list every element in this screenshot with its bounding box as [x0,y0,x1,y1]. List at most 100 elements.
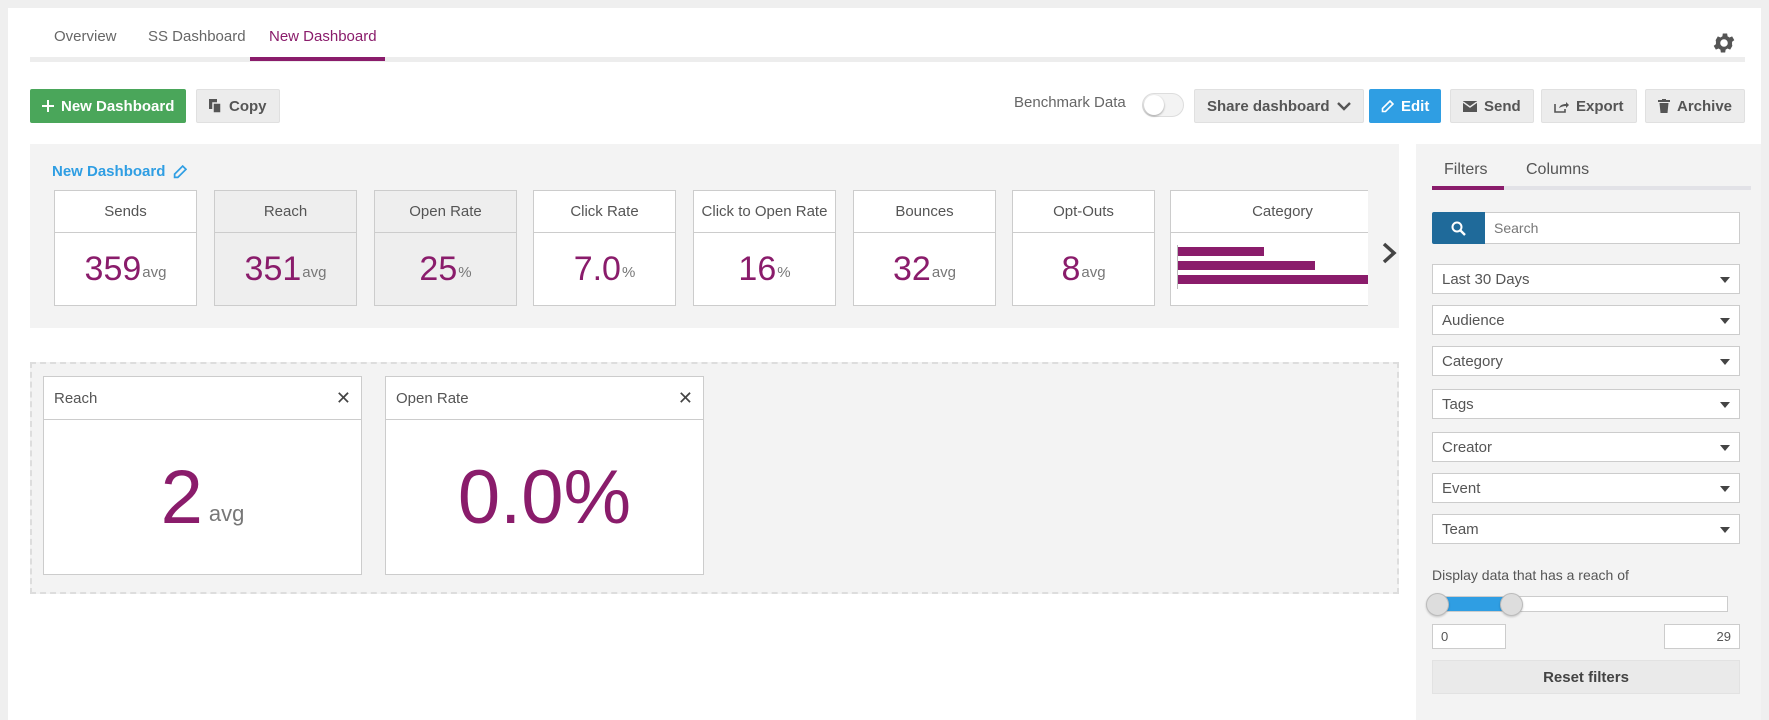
stat-card-label: Bounces [854,191,995,233]
widget-reach[interactable]: Reach ✕ 2 avg [43,376,362,575]
stat-card-label: Category [1171,191,1368,233]
filter-select-audience[interactable]: Audience [1432,305,1740,335]
stat-value: 25 [419,249,458,288]
filter-select-team[interactable]: Team [1432,514,1740,544]
pencil-icon[interactable] [173,164,188,179]
search-input[interactable] [1485,212,1740,244]
stat-card-label: Open Rate [375,191,516,233]
widget-unit: avg [208,501,245,526]
stat-value: 16 [738,249,777,288]
close-icon[interactable]: ✕ [678,389,693,407]
stat-card-reach[interactable]: Reach 351 avg [214,190,357,306]
category-mini-bar-chart [1177,245,1368,289]
tab-columns[interactable]: Columns [1526,161,1589,179]
widget-value: 2 [160,454,203,540]
reset-filters-button[interactable]: Reset filters [1432,660,1740,694]
stat-unit: % [777,263,791,281]
tab-ss-dashboard[interactable]: SS Dashboard [148,28,246,45]
share-dashboard-button[interactable]: Share dashboard [1194,89,1364,123]
stat-card-opt-outs[interactable]: Opt-Outs 8 avg [1012,190,1155,306]
tab-new-dashboard[interactable]: New Dashboard [269,28,377,45]
caret-down-icon [1720,445,1730,451]
widget-header: Reach ✕ [44,377,361,420]
stat-card-open-rate[interactable]: Open Rate 25% [374,190,517,306]
category-bar-1 [1178,247,1264,256]
stat-unit: avg [1081,263,1106,281]
filter-select-creator[interactable]: Creator [1432,432,1740,462]
export-button[interactable]: Export [1541,89,1637,123]
gear-icon[interactable] [1711,30,1737,56]
close-icon[interactable]: ✕ [336,389,351,407]
stat-value: 359 [84,249,142,288]
copy-icon [209,99,222,113]
filter-select-value: Audience [1442,311,1505,329]
export-label: Export [1576,97,1624,115]
archive-button[interactable]: Archive [1645,89,1746,123]
filter-select-value: Creator [1442,438,1493,456]
reach-slider-track[interactable] [1432,596,1728,612]
widget-title: Open Rate [396,389,469,407]
search-button[interactable] [1432,212,1485,244]
chevron-down-icon [1336,102,1351,111]
search-icon [1451,221,1466,236]
caret-down-icon [1720,486,1730,492]
stat-card-label: Click Rate [534,191,675,233]
sidebar-tab-active-indicator [1432,186,1504,190]
caret-down-icon [1720,402,1730,408]
widget-value: 0.0% [457,454,632,540]
stat-card-sends[interactable]: Sends 359 avg [54,190,197,306]
tab-bar: Overview SS Dashboard New Dashboard [30,8,1761,70]
stats-panel: New Dashboard Sends 359 avg Reach 351 avg Open… [30,144,1399,328]
copy-button[interactable]: Copy [196,89,280,123]
tab-overview[interactable]: Overview [54,28,117,45]
stat-value: 7.0 [573,249,621,288]
stat-card-label: Reach [215,191,356,233]
reach-min-input[interactable] [1432,624,1506,649]
stat-card-label: Opt-Outs [1013,191,1154,233]
widget-header: Open Rate ✕ [386,377,703,420]
stat-value: 351 [244,249,302,288]
filter-select-value: Last 30 Days [1442,270,1530,288]
reach-range-label: Display data that has a reach of [1432,567,1629,583]
stat-card-bounces[interactable]: Bounces 32 avg [853,190,996,306]
filters-sidebar: Filters Columns Last 30 Days Audience Cate… [1416,144,1761,720]
dashboard-title[interactable]: New Dashboard [52,163,188,180]
stat-card-body: 359 avg [55,233,196,305]
share-export-icon [1554,101,1569,113]
widget-title: Reach [54,389,98,407]
stat-unit: % [458,263,472,281]
filter-select-value: Event [1442,479,1481,497]
stat-card-click-to-open-rate[interactable]: Click to Open Rate 16% [693,190,836,306]
stat-card-category[interactable]: Category [1170,190,1368,306]
new-dashboard-button[interactable]: New Dashboard [30,89,187,123]
filter-select-event[interactable]: Event [1432,473,1740,503]
category-bar-2 [1178,261,1315,270]
stat-card-body: 8 avg [1013,233,1154,305]
edit-button[interactable]: Edit [1369,89,1442,123]
send-label: Send [1484,97,1521,115]
caret-down-icon [1720,277,1730,283]
envelope-icon [1463,100,1477,112]
stat-unit: avg [302,263,327,281]
send-button[interactable]: Send [1450,89,1534,123]
filter-select-last-30-days[interactable]: Last 30 Days [1432,264,1740,294]
widget-open-rate[interactable]: Open Rate ✕ 0.0% [385,376,704,575]
edit-label: Edit [1401,97,1430,115]
stat-card-click-rate[interactable]: Click Rate 7.0% [533,190,676,306]
new-dashboard-label: New Dashboard [61,97,175,115]
widget-body: 0.0% [386,420,703,574]
filter-select-tags[interactable]: Tags [1432,389,1740,419]
tab-filters[interactable]: Filters [1444,161,1488,179]
reach-slider-min-handle[interactable] [1426,593,1449,616]
caret-down-icon [1720,359,1730,365]
filter-select-value: Tags [1442,395,1474,413]
chevron-right-icon[interactable] [1380,242,1398,264]
benchmark-toggle[interactable] [1142,93,1184,117]
dashboard-title-text: New Dashboard [52,163,166,180]
filter-select-category[interactable]: Category [1432,346,1740,376]
stat-card-label: Click to Open Rate [694,191,835,233]
stat-card-body: 351 avg [215,233,356,305]
reach-slider-max-handle[interactable] [1500,593,1523,616]
reach-max-input[interactable] [1664,624,1740,649]
archive-label: Archive [1677,97,1733,115]
